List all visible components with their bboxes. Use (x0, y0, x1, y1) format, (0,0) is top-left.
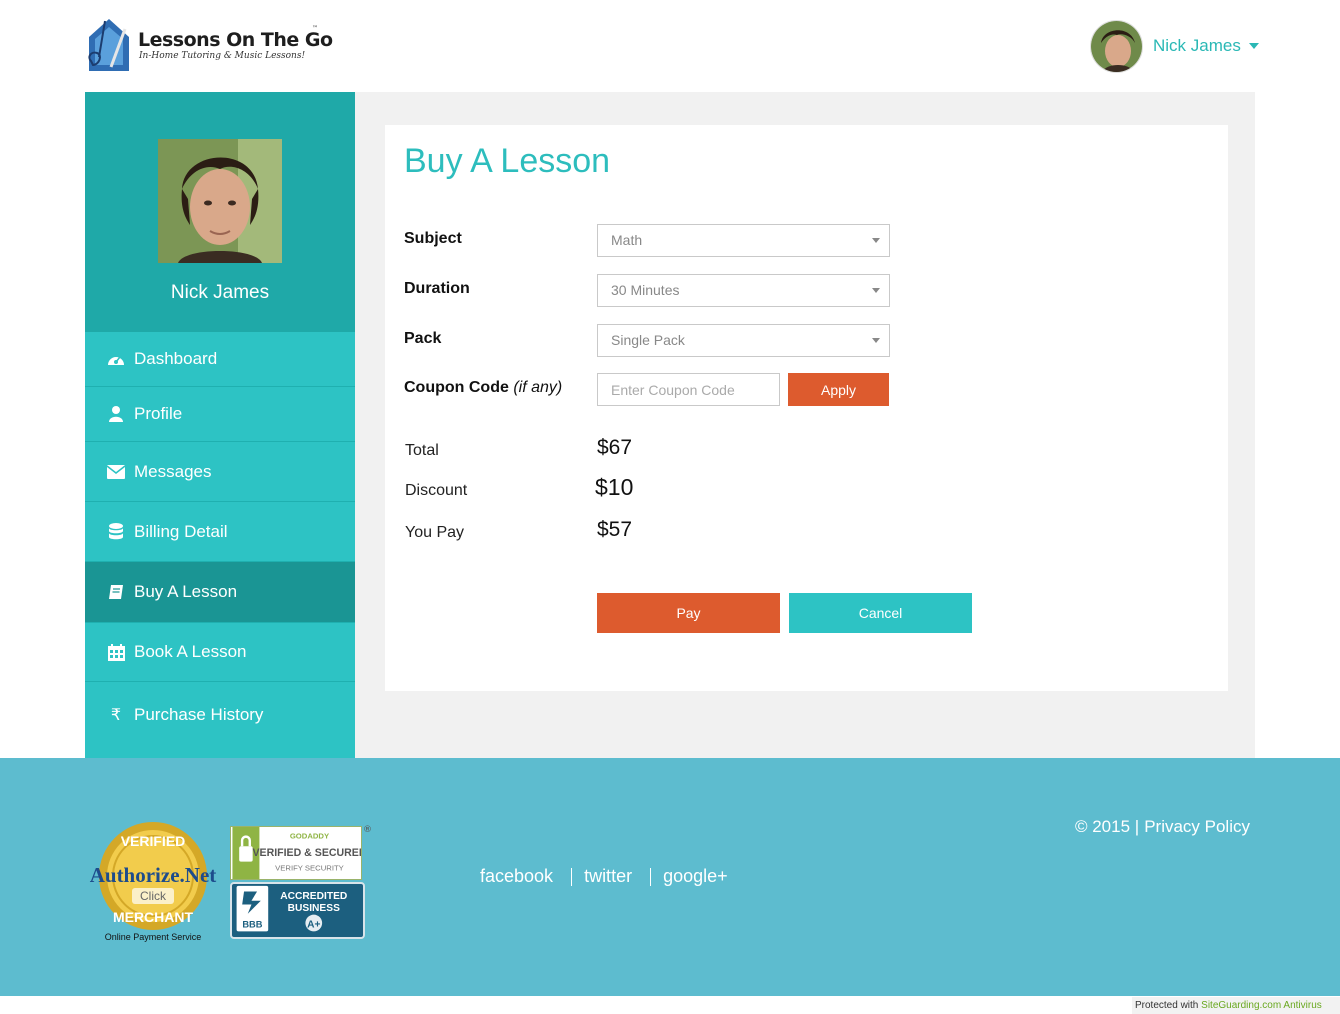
youpay-value: $57 (597, 518, 633, 541)
rupee-icon: ₹ (110, 705, 122, 724)
sidebar: Nick James Dashboard Profile Messages Bi… (85, 92, 355, 758)
subject-select-value: Math (611, 232, 643, 248)
dashboard-icon (106, 350, 126, 368)
siteguarding-badge: Protected with SiteGuarding.com Antiviru… (1132, 997, 1340, 1014)
database-icon (106, 522, 126, 541)
sidebar-item-label: Dashboard (134, 349, 218, 368)
subject-label: Subject (404, 230, 462, 247)
coupon-label: Coupon Code (if any) (404, 379, 562, 397)
protected-prefix: Protected with (1135, 1000, 1199, 1011)
divider (650, 867, 652, 886)
chevron-down-icon (872, 288, 880, 293)
pack-select-value: Single Pack (611, 332, 685, 348)
divider (571, 867, 573, 886)
chevron-down-icon (872, 338, 880, 343)
discount-label: Discount (405, 482, 468, 499)
social-links: facebook twitter google+ (480, 866, 728, 887)
avatar-photo-icon (1091, 20, 1142, 72)
sidebar-item-billing[interactable]: Billing Detail (85, 502, 355, 562)
facebook-link[interactable]: facebook (480, 866, 553, 887)
profile-photo-icon (158, 139, 282, 263)
bbb-line2-text: BUSINESS (288, 903, 340, 914)
google-plus-link[interactable]: google+ (663, 866, 728, 887)
pack-select[interactable]: Single Pack (597, 324, 890, 357)
sidebar-item-profile[interactable]: Profile (85, 387, 355, 442)
profile-name: Nick James (170, 282, 270, 303)
footer: VERIFIED Authorize.Net Click MERCHANT On… (0, 758, 1340, 996)
logo-trademark: ™ (312, 25, 318, 32)
seal-click-text: Click (140, 889, 167, 903)
cancel-button[interactable]: Cancel (789, 593, 972, 633)
duration-select-value: 30 Minutes (611, 282, 680, 298)
coupon-label-note: (if any) (513, 379, 563, 396)
logo-mark-icon (88, 19, 129, 71)
copyright: © 2015 | Privacy Policy (1075, 817, 1250, 837)
registered-icon: ® (363, 825, 372, 835)
sidebar-item-label: Purchase History (134, 704, 264, 724)
total-label: Total (405, 442, 439, 459)
user-icon (106, 405, 126, 423)
sidebar-item-label: Messages (134, 461, 212, 481)
coupon-label-text: Coupon Code (404, 379, 509, 396)
youpay-label: You Pay (405, 524, 465, 541)
privacy-policy-link[interactable]: Privacy Policy (1144, 817, 1250, 837)
copyright-text: © 2015 | (1074, 817, 1140, 836)
siteguarding-link[interactable]: SiteGuarding.com Antivirus (1201, 1000, 1322, 1011)
calendar-icon (106, 643, 126, 661)
seal-bottom-text: MERCHANT (113, 909, 194, 925)
page-title: Buy A Lesson (404, 142, 611, 180)
user-menu[interactable]: Nick James (1090, 19, 1259, 73)
total-value: $67 (597, 436, 633, 459)
twitter-link[interactable]: twitter (584, 866, 632, 887)
seal-brand-text: Authorize.Net (90, 863, 217, 887)
sidebar-item-label: Billing Detail (134, 521, 228, 541)
logo-tagline: In-Home Tutoring & Music Lessons! (139, 51, 306, 61)
user-menu-name: Nick James (1153, 36, 1241, 55)
avatar (1090, 19, 1143, 73)
site-logo[interactable]: Lessons On The Go ™ In-Home Tutoring & M… (85, 15, 333, 75)
chevron-down-icon (1248, 43, 1259, 49)
chevron-down-icon (872, 238, 880, 243)
sidebar-item-label: Book A Lesson (134, 642, 247, 661)
duration-select[interactable]: 30 Minutes (597, 274, 890, 307)
profile-photo (158, 139, 282, 263)
sidebar-item-buy-lesson[interactable]: Buy A Lesson (85, 562, 355, 623)
sidebar-item-messages[interactable]: Messages (85, 442, 355, 502)
subject-select[interactable]: Math (597, 224, 890, 257)
profile-box: Nick James (85, 92, 355, 332)
bbb-rating-text: A+ (307, 920, 320, 931)
godaddy-verified-badge[interactable]: GODADDY VERIFIED & SECURED VERIFY SECURI… (230, 826, 362, 880)
duration-label: Duration (404, 280, 470, 297)
apply-button[interactable]: Apply (788, 373, 889, 406)
authorize-net-seal-icon[interactable]: VERIFIED Authorize.Net Click MERCHANT (82, 820, 224, 932)
sidebar-item-label: Profile (134, 404, 183, 423)
seal-top-text: VERIFIED (121, 833, 186, 849)
buy-lesson-card: Buy A Lesson Subject Math Duration 30 Mi… (385, 125, 1228, 691)
godaddy-bottom-text: VERIFY SECURITY (275, 863, 344, 872)
bbb-accredited-badge[interactable]: BBB ACCREDITED BUSINESS A+ (230, 882, 365, 939)
discount-value: $10 (595, 474, 634, 500)
book-icon (106, 583, 126, 601)
sidebar-item-purchase-history[interactable]: ₹ Purchase History (85, 682, 355, 747)
godaddy-top-text: GODADDY (290, 832, 329, 841)
sidebar-item-label: Buy A Lesson (134, 582, 238, 601)
sidebar-item-book-lesson[interactable]: Book A Lesson (85, 623, 355, 682)
sidebar-item-dashboard[interactable]: Dashboard (85, 332, 355, 387)
coupon-input[interactable] (597, 373, 780, 406)
godaddy-mid-text: VERIFIED & SECURED (252, 847, 362, 859)
envelope-icon (106, 463, 126, 481)
bbb-logo-text: BBB (242, 920, 262, 930)
bbb-line1-text: ACCREDITED (280, 891, 347, 902)
seal-caption: Online Payment Service (104, 932, 202, 942)
logo-title: Lessons On The Go (138, 29, 333, 51)
pay-button[interactable]: Pay (597, 593, 780, 633)
pack-label: Pack (404, 330, 442, 347)
